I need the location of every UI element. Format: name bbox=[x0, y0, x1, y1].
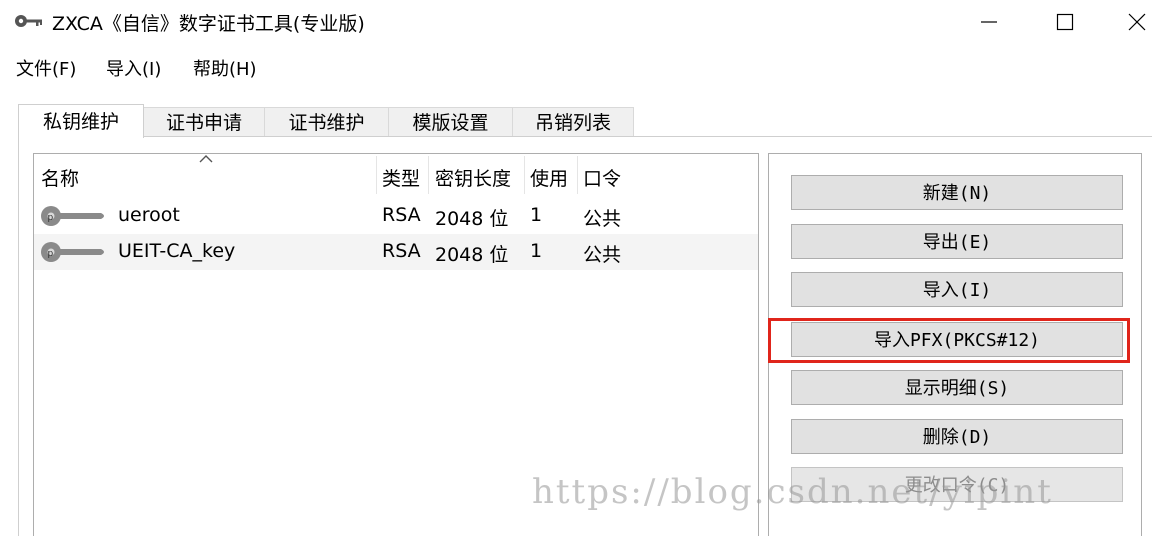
menu-help[interactable]: 帮助(H) bbox=[193, 55, 257, 81]
maximize-icon bbox=[1056, 13, 1074, 31]
column-divider[interactable] bbox=[428, 156, 429, 194]
svg-text:p: p bbox=[48, 249, 54, 259]
import-button[interactable]: 导入(I) bbox=[791, 272, 1123, 307]
column-header-name[interactable]: 名称 bbox=[41, 164, 79, 191]
row-key-length: 2048 位 bbox=[435, 244, 509, 266]
key-icon bbox=[15, 15, 42, 27]
row-type: RSA bbox=[382, 240, 421, 262]
menu-file[interactable]: 文件(F) bbox=[16, 55, 76, 81]
import-pfx-button[interactable]: 导入PFX(PKCS#12) bbox=[791, 322, 1123, 357]
row-password: 公共 bbox=[583, 244, 622, 266]
show-details-button[interactable]: 显示明细(S) bbox=[791, 370, 1123, 405]
row-type: RSA bbox=[382, 204, 421, 226]
tab-cert-maintenance[interactable]: 证书维护 bbox=[264, 107, 389, 137]
new-key-button[interactable]: 新建(N) bbox=[791, 175, 1123, 210]
close-button[interactable] bbox=[1112, 4, 1152, 38]
minimize-icon bbox=[981, 21, 997, 23]
key-icon: p bbox=[41, 206, 104, 226]
change-password-button: 更改口令(C) bbox=[791, 467, 1123, 502]
column-divider[interactable] bbox=[577, 156, 578, 194]
column-header-key-length[interactable]: 密钥长度 bbox=[435, 164, 511, 191]
tab-strip: 私钥维护 证书申请 证书维护 模版设置 吊销列表 bbox=[0, 104, 1152, 138]
tab-cert-request[interactable]: 证书申请 bbox=[143, 107, 265, 137]
table-row[interactable]: p UEIT-CA_key RSA 2048 位 1 公共 bbox=[34, 234, 758, 270]
export-button[interactable]: 导出(E) bbox=[791, 224, 1123, 259]
window-title: ZXCA《自信》数字证书工具(专业版) bbox=[52, 13, 365, 35]
key-icon: p bbox=[41, 242, 104, 262]
close-icon bbox=[1128, 13, 1146, 31]
maximize-button[interactable] bbox=[1040, 4, 1090, 38]
list-header: 名称 类型 密钥长度 使用 口令 bbox=[34, 154, 758, 196]
row-password: 公共 bbox=[583, 208, 622, 230]
row-name: ueroot bbox=[118, 204, 180, 226]
tab-template-settings[interactable]: 模版设置 bbox=[388, 107, 513, 137]
sort-ascending-icon bbox=[199, 155, 213, 163]
title-bar: ZXCA《自信》数字证书工具(专业版) bbox=[0, 0, 1152, 42]
column-divider[interactable] bbox=[524, 156, 525, 194]
row-usage: 1 bbox=[530, 204, 543, 226]
row-key-length: 2048 位 bbox=[435, 208, 509, 230]
key-list[interactable]: 名称 类型 密钥长度 使用 口令 p ueroot RSA 2048 位 1 公… bbox=[33, 153, 759, 536]
column-header-type[interactable]: 类型 bbox=[382, 164, 420, 191]
column-divider[interactable] bbox=[376, 156, 377, 194]
minimize-button[interactable] bbox=[964, 4, 1014, 38]
tab-revocation-list[interactable]: 吊销列表 bbox=[512, 107, 634, 137]
menu-import[interactable]: 导入(I) bbox=[106, 55, 161, 81]
menu-bar: 文件(F) 导入(I) 帮助(H) bbox=[0, 50, 1152, 84]
table-row[interactable]: p ueroot RSA 2048 位 1 公共 bbox=[34, 198, 758, 234]
svg-text:p: p bbox=[48, 213, 54, 223]
tab-private-key[interactable]: 私钥维护 bbox=[18, 104, 144, 138]
delete-button[interactable]: 删除(D) bbox=[791, 419, 1123, 454]
column-header-usage[interactable]: 使用 bbox=[530, 164, 568, 191]
column-header-password[interactable]: 口令 bbox=[583, 164, 621, 191]
row-name: UEIT-CA_key bbox=[118, 240, 236, 262]
row-usage: 1 bbox=[530, 240, 543, 262]
